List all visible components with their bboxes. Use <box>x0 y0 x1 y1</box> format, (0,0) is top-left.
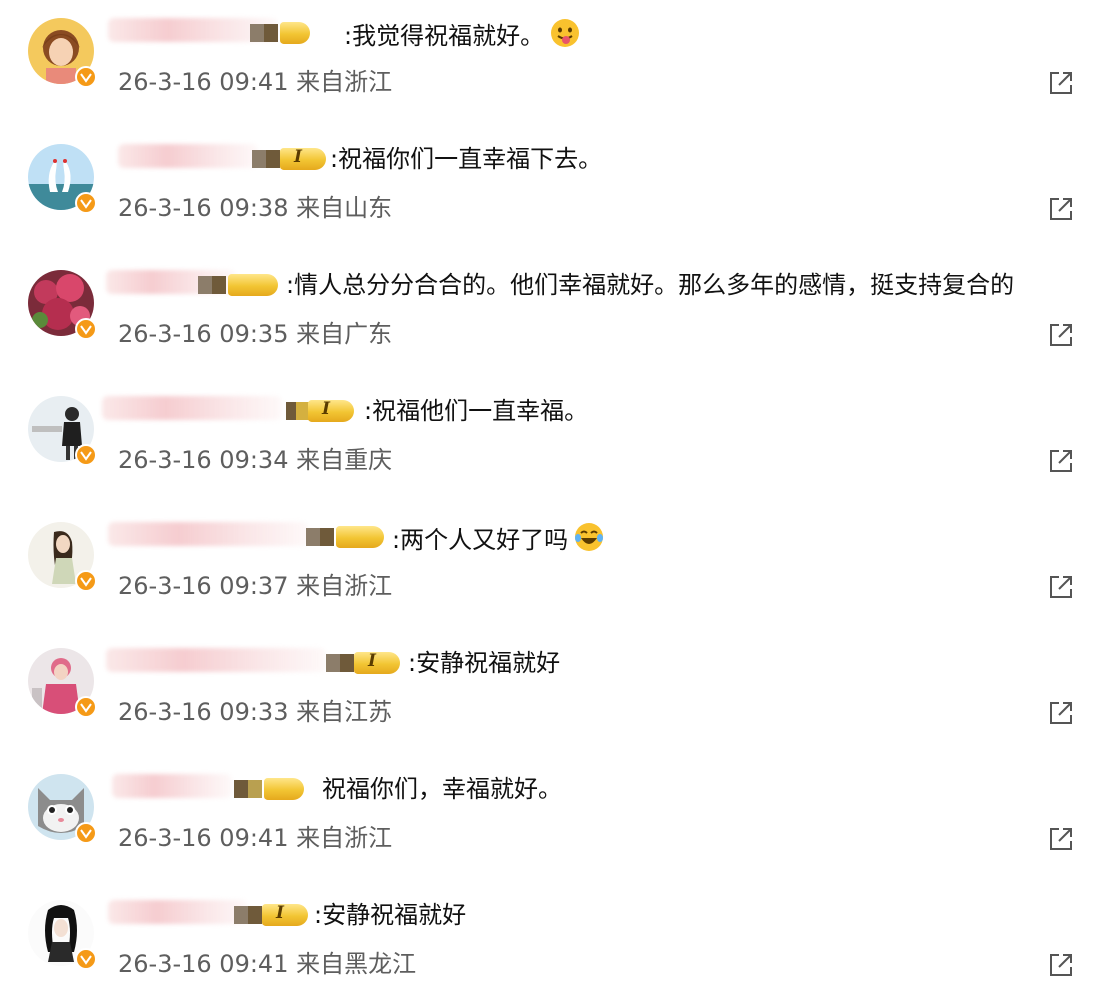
verified-icon <box>75 444 97 466</box>
share-icon[interactable] <box>1046 950 1076 980</box>
comment-text: :祝福你们一直幸福下去。 <box>330 145 603 173</box>
share-icon[interactable] <box>1046 824 1076 854</box>
username-redacted[interactable] <box>118 144 258 168</box>
share-icon[interactable] <box>1046 572 1076 602</box>
comment-meta: 26-3-16 09:38 来自山东 <box>118 194 393 222</box>
comment-item: :我觉得祝福就好。 26-3-16 09:41 来自浙江 <box>0 0 1094 126</box>
comment-meta: 26-3-16 09:34 来自重庆 <box>118 446 393 474</box>
username-redacted[interactable] <box>106 648 326 672</box>
comment-text: :安静祝福就好 <box>408 649 561 677</box>
comment-item: 祝福你们，幸福就好。 26-3-16 09:41 来自浙江 <box>0 756 1094 882</box>
verified-icon <box>75 66 97 88</box>
share-icon[interactable] <box>1046 68 1076 98</box>
comment-text: :我觉得祝福就好。 <box>344 18 580 51</box>
comment-item: I :安静祝福就好 26-3-16 09:41 来自黑龙江 <box>0 882 1094 1008</box>
share-icon[interactable] <box>1046 320 1076 350</box>
share-icon[interactable] <box>1046 194 1076 224</box>
comment-meta: 26-3-16 09:35 来自广东 <box>118 320 393 348</box>
comment-meta: 26-3-16 09:33 来自江苏 <box>118 698 393 726</box>
verified-icon <box>75 948 97 970</box>
comment-meta: 26-3-16 09:41 来自黑龙江 <box>118 950 417 978</box>
comment-item: I :祝福你们一直幸福下去。 26-3-16 09:38 来自山东 <box>0 126 1094 252</box>
verified-icon <box>75 192 97 214</box>
verified-icon <box>75 318 97 340</box>
comment-meta: 26-3-16 09:41 来自浙江 <box>118 824 393 852</box>
username-redacted[interactable] <box>102 396 282 420</box>
comment-text: :安静祝福就好 <box>314 901 467 929</box>
tongue-emoji-icon <box>551 19 580 47</box>
comment-text: 祝福你们，幸福就好。 <box>322 775 562 803</box>
username-redacted[interactable] <box>108 900 248 924</box>
comment-item: :两个人又好了吗 26-3-16 09:37 来自浙江 <box>0 504 1094 630</box>
laughing-tears-emoji-icon <box>575 523 604 551</box>
share-icon[interactable] <box>1046 698 1076 728</box>
verified-icon <box>75 570 97 592</box>
verified-icon <box>75 822 97 844</box>
share-icon[interactable] <box>1046 446 1076 476</box>
comment-item: I :安静祝福就好 26-3-16 09:33 来自江苏 <box>0 630 1094 756</box>
username-redacted[interactable] <box>108 522 308 546</box>
comment-meta: 26-3-16 09:41 来自浙江 <box>118 68 393 96</box>
username-redacted[interactable] <box>112 774 232 798</box>
comment-item: :情人总分分合合的。他们幸福就好。那么多年的感情，挺支持复合的 26-3-16 … <box>0 252 1094 378</box>
comment-text: :两个人又好了吗 <box>392 522 604 555</box>
comment-item: I :祝福他们一直幸福。 26-3-16 09:34 来自重庆 <box>0 378 1094 504</box>
comment-text: :祝福他们一直幸福。 <box>364 397 589 425</box>
comment-meta: 26-3-16 09:37 来自浙江 <box>118 572 393 600</box>
verified-icon <box>75 696 97 718</box>
comment-text: :情人总分分合合的。他们幸福就好。那么多年的感情，挺支持复合的 <box>286 271 1015 299</box>
